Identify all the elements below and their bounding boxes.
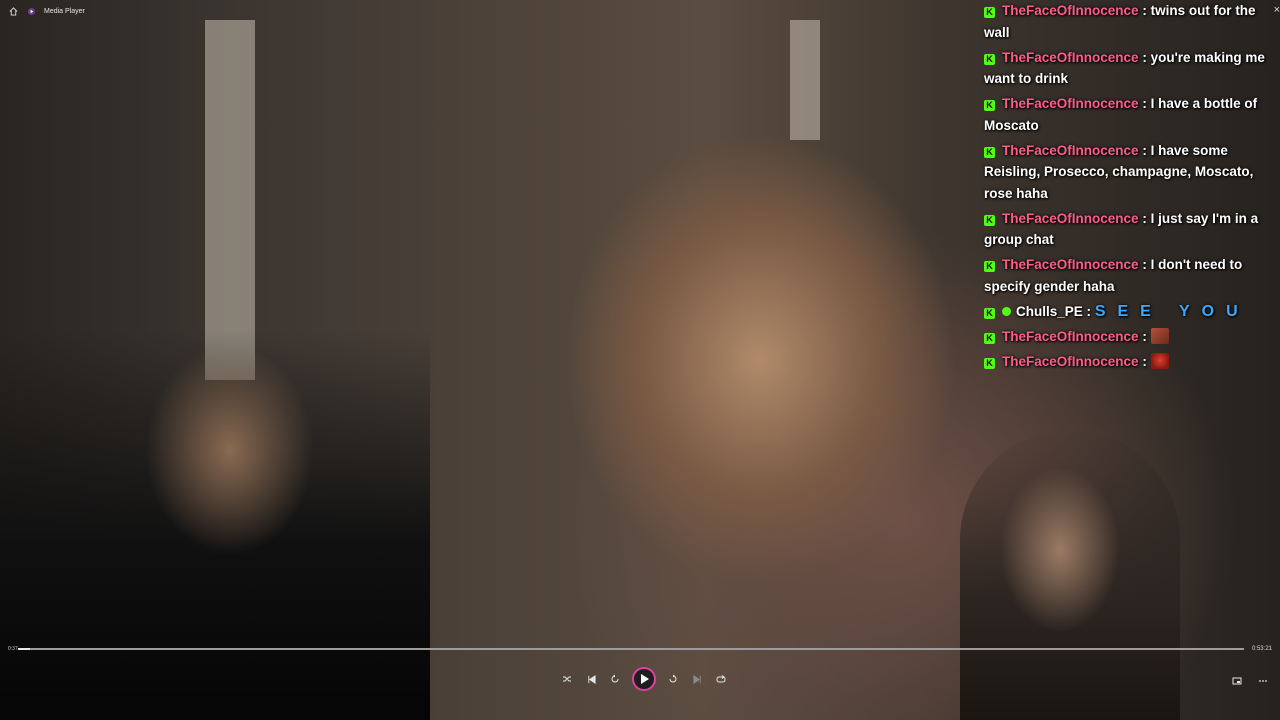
total-time: 0:53:21	[1251, 646, 1272, 652]
chat-message: K TheFaceOfInnocence : you're making me w…	[980, 47, 1280, 90]
next-icon[interactable]	[690, 672, 704, 686]
rewind-icon[interactable]	[608, 672, 622, 686]
kick-badge-icon: K	[984, 307, 995, 319]
chat-separator: :	[1142, 49, 1147, 65]
kick-badge-icon: K	[984, 332, 995, 344]
chat-separator: :	[1142, 3, 1147, 18]
wall-panel-left	[205, 20, 255, 380]
chat-message: K TheFaceOfInnocence : I have a bottle of…	[980, 93, 1280, 136]
miniplayer-icon[interactable]	[1230, 674, 1244, 688]
chat-username: TheFaceOfInnocence	[1002, 210, 1139, 226]
chat-message: K TheFaceOfInnocence : I just say I'm in …	[980, 208, 1280, 251]
chat-separator: :	[1142, 353, 1147, 369]
chat-username: TheFaceOfInnocence	[1002, 49, 1139, 65]
chat-separator: :	[1142, 328, 1147, 344]
chat-username: TheFaceOfInnocence	[1002, 96, 1139, 111]
chat-message: K TheFaceOfInnocence :	[980, 326, 1280, 348]
see-you-emote: SEE YOU	[1094, 302, 1250, 320]
chat-separator: :	[1086, 303, 1092, 319]
chat-separator: :	[1142, 210, 1147, 226]
chat-username: TheFaceOfInnocence	[1002, 3, 1139, 18]
fast-forward-icon[interactable]	[666, 672, 680, 686]
kick-badge-icon: K	[984, 100, 995, 111]
chat-username: TheFaceOfInnocence	[1002, 328, 1139, 344]
repeat-icon[interactable]	[714, 672, 728, 686]
window-title: Media Player	[44, 7, 85, 15]
kick-badge-icon: K	[984, 261, 995, 272]
media-player-icon	[26, 6, 36, 16]
kick-badge-icon: K	[984, 214, 995, 226]
emote-icon	[1150, 352, 1169, 369]
kick-badge-icon: K	[984, 53, 995, 65]
previous-icon[interactable]	[584, 672, 598, 686]
chat-message: K TheFaceOfInnocence :	[980, 351, 1280, 373]
seek-bar[interactable]	[18, 648, 1244, 650]
verified-badge-icon	[1002, 306, 1011, 316]
player-right-controls	[1230, 674, 1270, 688]
playback-controls	[560, 667, 728, 691]
chat-message: K TheFaceOfInnocence : I don't need to sp…	[980, 254, 1280, 297]
chat-username: TheFaceOfInnocence	[1002, 353, 1139, 369]
seek-bar-fill	[18, 648, 31, 650]
chat-message: K TheFaceOfInnocence : I have some Reisli…	[980, 140, 1280, 205]
chat-separator: :	[1142, 257, 1147, 272]
chat-message: K TheFaceOfInnocence : twins out for the …	[980, 0, 1280, 43]
webcam-left	[0, 330, 430, 720]
wall-panel-right	[790, 20, 820, 140]
chat-username: TheFaceOfInnocence	[1002, 257, 1139, 272]
shuffle-icon[interactable]	[560, 672, 574, 686]
chat-overlay: K TheFaceOfInnocence : twins out for the …	[980, 0, 1280, 376]
kick-badge-icon: K	[984, 146, 995, 158]
webcam-right	[960, 430, 1180, 720]
current-time: 0:37	[8, 646, 18, 652]
play-button[interactable]	[632, 667, 656, 691]
emote-icon	[1150, 327, 1169, 344]
chat-username: Chulls_PE	[1016, 303, 1083, 319]
chat-message: K Chulls_PE : SEE YOU	[980, 301, 1280, 323]
chat-username: TheFaceOfInnocence	[1002, 142, 1139, 158]
chat-separator: :	[1142, 96, 1147, 111]
kick-badge-icon: K	[984, 7, 995, 18]
kick-badge-icon: K	[984, 357, 995, 369]
chat-separator: :	[1142, 142, 1147, 158]
home-icon[interactable]	[8, 6, 18, 16]
more-options-icon[interactable]	[1256, 674, 1270, 688]
